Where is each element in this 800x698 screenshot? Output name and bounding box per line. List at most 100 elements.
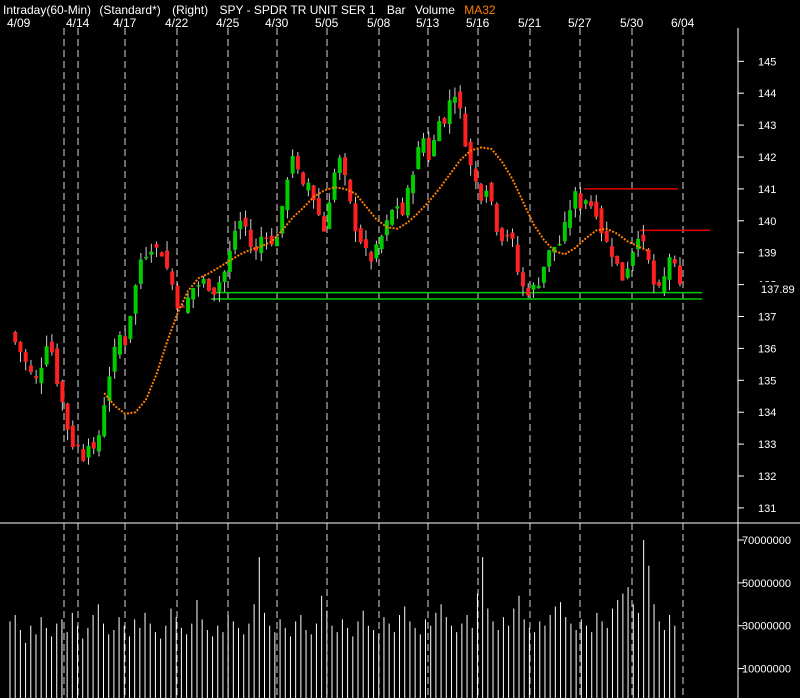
price-bar-down <box>369 252 374 262</box>
volume-tick-label: 10000000 <box>742 664 791 676</box>
price-bar-down <box>489 182 494 202</box>
price-tick-label: 139 <box>758 248 776 260</box>
price-bar-up <box>238 220 243 230</box>
price-bar-down <box>672 259 677 264</box>
price-bar-up <box>327 202 332 229</box>
price-tick-label: 131 <box>758 503 776 515</box>
price-bar-up <box>568 210 573 228</box>
price-bar-down <box>358 228 363 243</box>
price-bar-up <box>149 251 154 255</box>
price-bar-down <box>154 243 159 248</box>
price-bar-down <box>13 332 18 343</box>
price-bar-up <box>102 405 107 437</box>
price-bar-up <box>285 179 290 211</box>
price-bar-down <box>206 278 211 291</box>
price-bar-down <box>243 217 248 227</box>
price-bar-up <box>405 187 410 216</box>
price-bar-up <box>96 435 101 452</box>
price-bar-up <box>437 121 442 142</box>
price-bar-down <box>264 237 269 240</box>
price-tick-label: 143 <box>758 120 776 132</box>
price-bar-up <box>306 182 311 191</box>
price-bar-up <box>196 285 201 287</box>
price-bar-up <box>630 252 635 266</box>
price-bar-up <box>662 276 667 293</box>
volume-tick-label: 30000000 <box>742 621 791 633</box>
last-price-label: 137.89 <box>761 284 795 296</box>
price-bar-down <box>65 403 70 430</box>
date-label: 5/08 <box>367 16 391 30</box>
price-bar-down <box>505 234 510 237</box>
date-label: 5/13 <box>416 16 440 30</box>
price-bar-up <box>201 278 206 284</box>
price-bar-up <box>536 285 541 289</box>
scale-label: (Standard*) <box>99 3 160 17</box>
price-bar-down <box>60 381 65 403</box>
price-bar-up <box>117 335 122 355</box>
price-bar-down <box>615 255 620 264</box>
price-bar-down <box>520 272 525 287</box>
price-bar-down <box>473 168 478 182</box>
price-bar-up <box>583 200 588 205</box>
price-bar-up <box>290 155 295 174</box>
price-bar-up <box>541 266 546 283</box>
price-tick-label: 135 <box>758 375 776 387</box>
volume-tick-label: 50000000 <box>742 578 791 590</box>
price-bar-down <box>589 201 594 207</box>
price-bar-up <box>133 285 138 314</box>
price-tick-label: 133 <box>758 439 776 451</box>
price-bar-down <box>620 262 625 281</box>
price-bar-down <box>353 203 358 232</box>
price-tick-label: 140 <box>758 216 776 228</box>
price-bar-up <box>222 271 227 282</box>
price-tick-label: 134 <box>758 407 776 419</box>
price-bar-up <box>332 172 337 200</box>
price-bar-down <box>91 442 96 449</box>
price-bar-up <box>531 284 536 290</box>
price-bar-up <box>374 244 379 259</box>
price-bar-down <box>526 287 531 296</box>
price-bar-down <box>363 239 368 249</box>
price-bar-down <box>604 231 609 242</box>
price-bar-down <box>295 155 300 170</box>
price-bar-down <box>442 118 447 124</box>
price-bar-down <box>28 365 33 373</box>
price-bar-down <box>212 287 217 295</box>
price-bar-up <box>191 288 196 300</box>
price-bar-up <box>452 96 457 103</box>
price-bar-up <box>411 174 416 194</box>
price-bar-down <box>301 172 306 185</box>
price-tick-label: 141 <box>758 184 776 196</box>
price-bar-down <box>76 444 81 447</box>
price-bar-down <box>316 198 321 215</box>
date-label: 5/21 <box>518 16 542 30</box>
price-bar-down <box>641 234 646 242</box>
price-bar-up <box>107 376 112 401</box>
date-label: 4/25 <box>216 16 240 30</box>
price-tick-label: 145 <box>758 56 776 68</box>
price-bar-down <box>159 252 164 257</box>
price-bar-up <box>144 256 149 259</box>
price-bar-down <box>479 184 484 201</box>
price-bar-up <box>379 236 384 250</box>
last-price-tag: 137.89 <box>758 282 800 296</box>
axis-side-label: (Right) <box>172 3 208 17</box>
price-bar-down <box>678 265 682 285</box>
volume-tick-label: 70000000 <box>742 535 791 547</box>
price-bar-up <box>667 257 672 280</box>
price-bar-down <box>510 232 515 239</box>
price-bar-up <box>431 140 436 156</box>
price-bar-up <box>416 147 421 170</box>
price-bar-up <box>233 230 238 250</box>
price-bar-up <box>138 259 143 284</box>
price-bar-up <box>557 243 562 246</box>
price-bar-down <box>175 285 180 309</box>
price-bar-up <box>259 236 264 254</box>
date-label: 5/05 <box>315 16 339 30</box>
price-bar-down <box>123 336 128 346</box>
price-bar-up <box>625 268 630 278</box>
date-label: 4/30 <box>265 16 289 30</box>
stock-chart: Intraday(60-Min) (Standard*) (Right) SPY… <box>0 0 800 698</box>
symbol-label: SPY - SPDR TR UNIT SER 1 <box>219 3 375 17</box>
ma-indicator-label: MA32 <box>464 3 496 17</box>
